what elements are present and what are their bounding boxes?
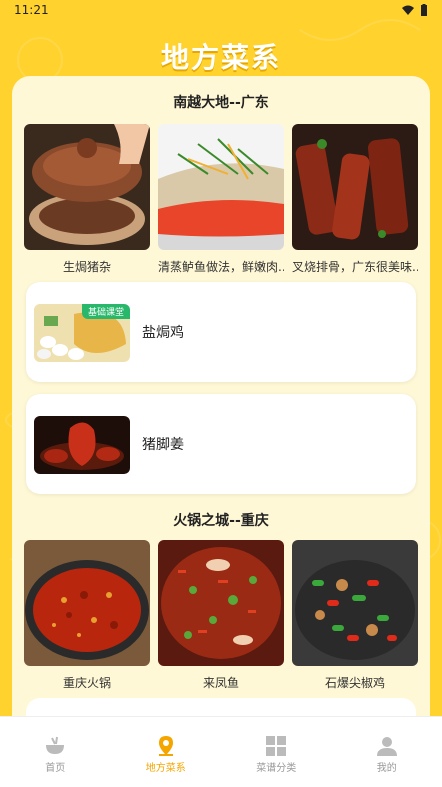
pepper-chicken-photo xyxy=(292,540,418,666)
dish-card[interactable]: 清蒸鲈鱼做法，鲜嫩肉... xyxy=(158,124,284,275)
laifeng-fish-photo xyxy=(158,540,284,666)
grid-icon xyxy=(265,735,287,757)
recipe-list-item[interactable]: 基础课堂 盐焗鸡 xyxy=(26,282,416,382)
dish-card[interactable]: 石爆尖椒鸡 xyxy=(292,540,418,691)
tab-label: 我的 xyxy=(377,759,397,774)
hotpot-photo xyxy=(24,540,150,666)
tab-label: 地方菜系 xyxy=(146,759,186,774)
recipe-name: 盐焗鸡 xyxy=(142,322,184,342)
tab-recipe-categories[interactable]: 菜谱分类 xyxy=(221,717,332,787)
recipe-name: 猪脚姜 xyxy=(142,434,184,454)
pork-trotter-ginger-photo xyxy=(34,416,130,474)
section-title-guangdong: 南越大地--广东 xyxy=(12,92,430,112)
location-pin-icon xyxy=(155,735,177,757)
section-title-chongqing: 火锅之城--重庆 xyxy=(12,510,430,530)
person-icon xyxy=(376,735,398,757)
char-siu-ribs-photo xyxy=(292,124,418,250)
tab-label: 菜谱分类 xyxy=(256,759,296,774)
dish-card[interactable]: 来凤鱼 xyxy=(158,540,284,691)
tab-mine[interactable]: 我的 xyxy=(332,717,442,787)
home-bowl-icon xyxy=(44,735,66,757)
recipe-list-item[interactable]: 猪脚姜 xyxy=(26,394,416,494)
dish-card[interactable]: 重庆火锅 xyxy=(24,540,150,691)
dish-caption: 叉烧排骨，广东很美味... xyxy=(292,258,418,275)
tab-label: 首页 xyxy=(45,759,65,774)
dish-caption: 重庆火锅 xyxy=(24,674,150,691)
page-title: 地方菜系 xyxy=(0,36,442,76)
claypot-photo xyxy=(24,124,150,250)
course-badge: 基础课堂 xyxy=(82,304,130,319)
dish-card[interactable]: 生焗猪杂 xyxy=(24,124,150,275)
dish-caption: 生焗猪杂 xyxy=(24,258,150,275)
dish-caption: 清蒸鲈鱼做法，鲜嫩肉... xyxy=(158,258,284,275)
dish-caption: 来凤鱼 xyxy=(158,674,284,691)
dish-card[interactable]: 叉烧排骨，广东很美味... xyxy=(292,124,418,275)
steamed-fish-photo xyxy=(158,124,284,250)
dish-caption: 石爆尖椒鸡 xyxy=(292,674,418,691)
salt-baked-chicken-photo: 基础课堂 xyxy=(34,304,130,362)
cuisine-panel: 南越大地--广东 生焗猪杂 xyxy=(12,76,430,756)
tab-regional-cuisine[interactable]: 地方菜系 xyxy=(111,717,222,787)
bottom-tab-bar: 首页 地方菜系 菜谱分类 我的 xyxy=(0,716,442,787)
tab-home[interactable]: 首页 xyxy=(0,717,111,787)
